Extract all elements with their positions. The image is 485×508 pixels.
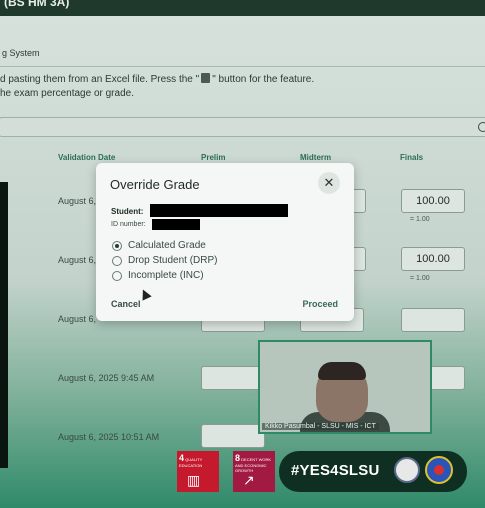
government-seal-icon: [425, 456, 453, 484]
finals-grade-input[interactable]: 100.00: [401, 247, 465, 271]
option-label: Drop Student (DRP): [128, 255, 218, 266]
col-validation-date: Validation Date: [58, 153, 116, 162]
row-date: August 6, 2025 9:45 AM: [58, 373, 155, 383]
presenter-hair: [318, 362, 366, 380]
instruction-line-2: he exam percentage or grade.: [0, 88, 134, 99]
clipboard-icon: [201, 73, 211, 83]
instructions: d pasting them from an Excel file. Press…: [0, 73, 314, 101]
option-label: Calculated Grade: [128, 240, 206, 251]
student-name-redacted: [150, 204, 288, 217]
sdg4-number: 4: [179, 453, 185, 463]
search-input[interactable]: [0, 117, 485, 137]
hashtag-banner: #YES4SLSU: [279, 451, 467, 492]
page-subtitle: g System: [2, 48, 40, 58]
window-title: (BS HM 3A): [4, 0, 70, 9]
col-finals: Finals: [400, 153, 424, 162]
modal-title: Override Grade: [110, 177, 200, 192]
search-icon: [478, 122, 485, 132]
option-incomplete[interactable]: Incomplete (INC): [112, 270, 204, 281]
cancel-button[interactable]: Cancel: [111, 299, 141, 309]
finals-grade-input[interactable]: 100.00: [401, 189, 465, 213]
col-prelim: Prelim: [201, 153, 226, 162]
video-caption: Kikko Pasumbal - SLSU - MIS - ICT: [262, 423, 379, 430]
window-title-bar: (BS HM 3A): [0, 0, 485, 16]
book-icon: ▥: [187, 472, 201, 488]
sdg8-number: 8: [235, 453, 241, 463]
student-label: Student:: [111, 207, 144, 216]
prelim-grade-input[interactable]: [201, 424, 265, 448]
option-drop-student[interactable]: Drop Student (DRP): [112, 255, 217, 266]
grade-equivalent: = 1.00: [410, 216, 430, 223]
id-number-label: ID number:: [111, 221, 146, 228]
instruction-line-1a: d pasting them from an Excel file. Press…: [0, 74, 200, 85]
sdg4-badge: 4 QUALITY EDUCATION ▥: [177, 451, 219, 492]
row-date: August 6,: [58, 196, 97, 206]
sdg8-badge: 8 DECENT WORK AND ECONOMIC GROWTH ↗: [233, 451, 275, 492]
radio-selected-icon[interactable]: [112, 240, 122, 251]
radio-icon[interactable]: [112, 255, 122, 266]
id-number-redacted: [152, 219, 200, 230]
proceed-button[interactable]: Proceed: [302, 299, 338, 309]
video-overlay: Kikko Pasumbal - SLSU - MIS - ICT: [258, 340, 432, 434]
row-date: August 6,: [58, 255, 97, 265]
instruction-line-1b: " button for the feature.: [212, 74, 315, 85]
close-button[interactable]: ✕: [318, 172, 340, 194]
prelim-grade-input[interactable]: [201, 366, 265, 390]
grade-equivalent: = 1.00: [410, 275, 430, 282]
sdg8-title: DECENT WORK AND ECONOMIC GROWTH: [235, 457, 272, 473]
radio-icon[interactable]: [112, 270, 122, 281]
university-seal-icon: [394, 457, 420, 483]
row-date: August 6,: [58, 314, 97, 324]
hashtag-text: #YES4SLSU: [291, 462, 380, 479]
growth-chart-icon: ↗: [243, 472, 255, 488]
override-grade-modal: Override Grade ✕ Student: ID number: Cal…: [96, 163, 354, 321]
finals-grade-input[interactable]: [401, 308, 465, 332]
option-calculated-grade[interactable]: Calculated Grade: [112, 240, 206, 251]
option-label: Incomplete (INC): [128, 270, 204, 281]
left-panel-edge: [0, 182, 8, 468]
col-midterm: Midterm: [300, 153, 332, 162]
row-date: August 6, 2025 10:51 AM: [58, 432, 160, 442]
section-header: [0, 40, 485, 67]
